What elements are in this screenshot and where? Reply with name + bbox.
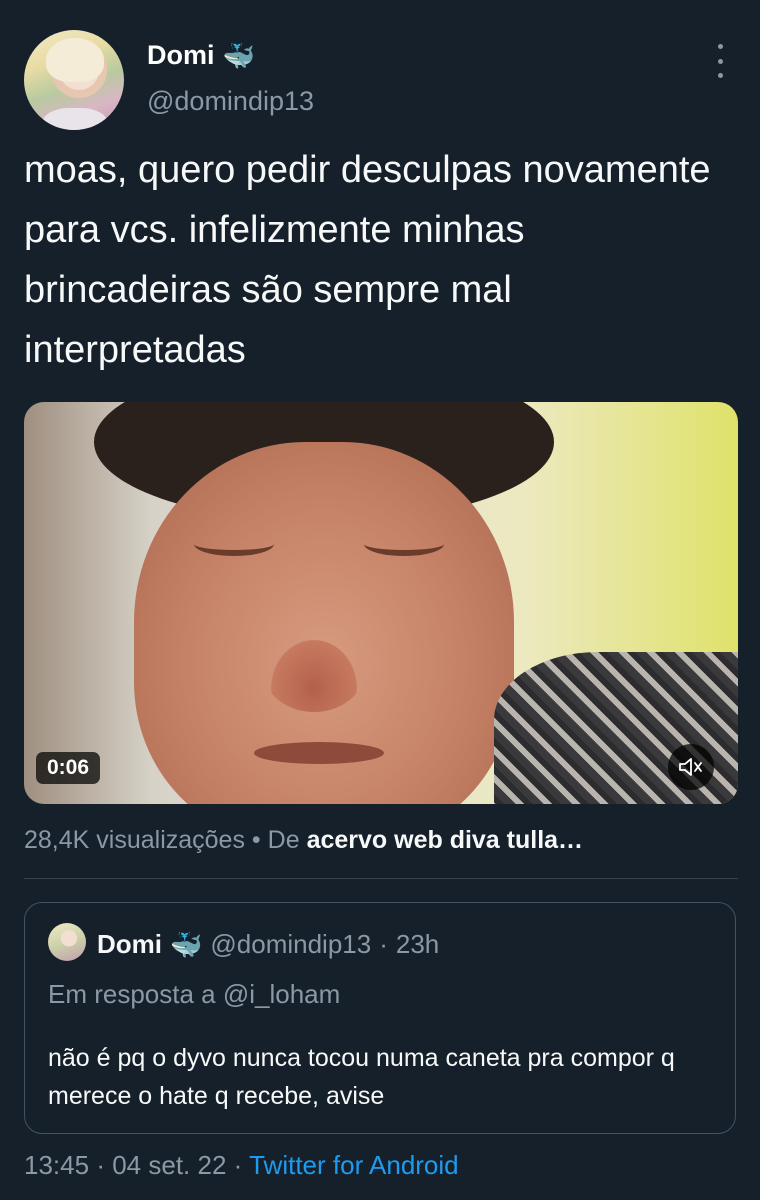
quote-whale-emoji-icon: 🐳 bbox=[170, 929, 203, 960]
author-display-name[interactable]: Domi bbox=[147, 40, 215, 71]
video-nose bbox=[264, 632, 364, 712]
quoted-tweet-card[interactable]: Domi 🐳 @domindip13 · 23h Em resposta a @… bbox=[24, 902, 736, 1134]
avatar-shirt bbox=[42, 108, 108, 130]
tweet-text: moas, quero pedir desculpas novamente pa… bbox=[24, 149, 711, 371]
meta-separator: • bbox=[251, 826, 261, 854]
quote-handle: @domindip13 bbox=[210, 929, 372, 959]
mute-button[interactable] bbox=[668, 744, 714, 790]
whale-emoji-icon: 🐳 bbox=[222, 40, 255, 71]
footer-dot: · bbox=[96, 1150, 105, 1180]
video-thumbnail[interactable] bbox=[24, 402, 738, 804]
divider bbox=[24, 878, 738, 879]
avatar-hair bbox=[46, 38, 104, 82]
quote-header: Domi 🐳 @domindip13 · 23h bbox=[97, 929, 439, 960]
source-label: De bbox=[267, 826, 300, 854]
post-date: 04 set. 22 bbox=[112, 1150, 227, 1180]
footer-dot: · bbox=[233, 1150, 243, 1180]
view-count-row: 28,4K visualizações • De acervo web diva… bbox=[24, 826, 744, 855]
video-duration-badge: 0:06 bbox=[36, 752, 101, 784]
quote-text: não é pq o dyvo nunca tocou numa caneta … bbox=[48, 1044, 675, 1110]
source-link[interactable]: acervo web diva tulla… bbox=[307, 826, 584, 854]
quote-time: 23h bbox=[395, 929, 440, 959]
quote-avatar bbox=[48, 923, 86, 961]
more-options-icon[interactable] bbox=[708, 44, 732, 78]
video-right-eye bbox=[364, 532, 444, 556]
author-avatar[interactable] bbox=[24, 30, 124, 130]
speaker-muted-icon bbox=[679, 758, 702, 776]
video-left-eye bbox=[194, 532, 274, 556]
video-mouth bbox=[254, 742, 384, 764]
quote-dot: · bbox=[379, 929, 388, 959]
post-time: 13:45 bbox=[24, 1150, 90, 1180]
client-link[interactable]: Twitter for Android bbox=[249, 1150, 459, 1180]
quote-display-name: Domi bbox=[97, 929, 162, 959]
view-count: 28,4K visualizações bbox=[24, 826, 245, 854]
tweet-footer: 13:45 · 04 set. 22 · Twitter for Android bbox=[24, 1150, 459, 1181]
author-name-row[interactable]: Domi 🐳 bbox=[147, 40, 255, 71]
author-handle[interactable]: @domindip13 bbox=[147, 86, 314, 117]
quote-reply-line: Em resposta a @i_loham bbox=[48, 979, 341, 1009]
